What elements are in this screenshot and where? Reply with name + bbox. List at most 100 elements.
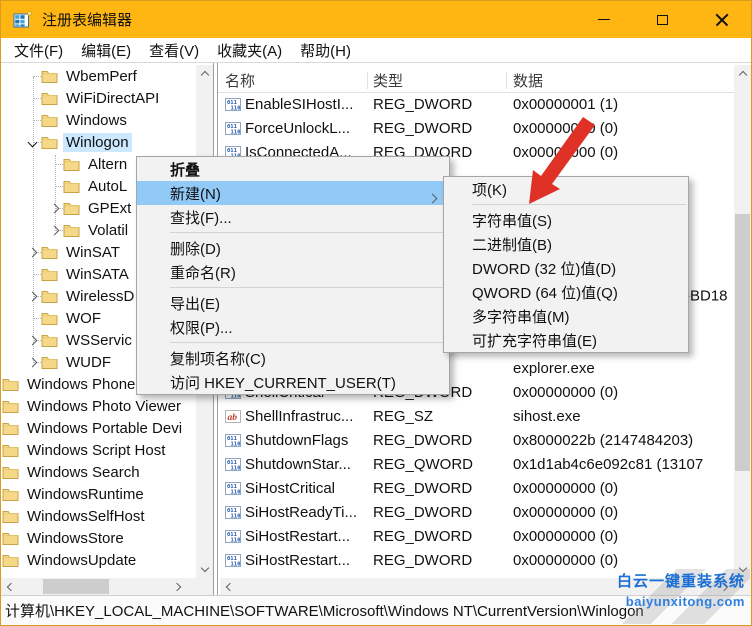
value-type: REG_DWORD [373,527,473,545]
context-menu-item-7[interactable]: 导出(E) [137,291,449,315]
value-type: REG_DWORD [373,479,473,497]
context-menu-item-1[interactable]: 新建(N) [137,181,449,205]
scroll-up-icon[interactable] [734,65,751,82]
column-divider[interactable] [506,72,507,89]
value-row[interactable]: 011 110 ShutdownStar... REG_QWORD 0x1d1ab4c6… [218,452,734,476]
value-type: REG_DWORD [373,95,473,113]
value-name: ShutdownFlags [245,431,349,449]
menubar-item-1[interactable]: 编辑(E) [72,39,140,62]
list-vertical-scrollbar[interactable] [734,65,751,578]
context-menu-item-2[interactable]: 查找(F)... [137,205,449,229]
tree-item-label: Altern [88,155,128,173]
svg-text:110: 110 [231,105,241,111]
submenu-item-3[interactable]: 二进制值(B) [444,232,688,256]
value-type: REG_QWORD [373,455,474,473]
context-menu-item-label: 删除(D) [170,240,221,258]
submenu-item-6[interactable]: 多字符串值(M) [444,304,688,328]
tree-item[interactable]: WiFiDirectAPI [1,87,195,109]
value-name: ShutdownStar... [245,455,351,473]
tree-item-label: Volatil [88,221,129,239]
folder-icon [2,377,19,391]
close-icon [715,13,729,27]
menubar-item-0[interactable]: 文件(F) [5,39,72,62]
minimize-button[interactable] [574,1,633,38]
menubar-item-2[interactable]: 查看(V) [140,39,208,62]
tree-expander[interactable] [45,199,63,217]
tree-item[interactable]: WindowsUpdate [1,549,195,571]
context-menu-item-8[interactable]: 权限(P)... [137,315,449,339]
value-row[interactable]: 011 110 ForceUnlockL... REG_DWORD 0x00000000… [218,116,734,140]
scroll-right-icon[interactable] [170,578,187,595]
tree-hscroll-thumb[interactable] [43,579,109,594]
tree-expander[interactable] [23,243,41,261]
menubar-item-4[interactable]: 帮助(H) [291,39,360,62]
tree-item[interactable]: Winlogon [1,131,195,153]
tree-item[interactable]: Windows Search [1,461,195,483]
tree-item-label: WindowsUpdate [27,551,137,569]
tree-horizontal-scrollbar[interactable] [1,578,187,595]
tree-item[interactable]: Windows [1,109,195,131]
value-row[interactable]: 011 110 EnableSIHostI... REG_DWORD 0x0000000… [218,92,734,116]
svg-text:110: 110 [231,513,241,519]
value-row[interactable]: ab ShellInfrastruc... REG_SZ sihost.exe [218,404,734,428]
context-menu-item-11[interactable]: 访问 HKEY_CURRENT_USER(T) [137,370,449,394]
chevron-right-icon [49,203,59,213]
submenu-item-label: 二进制值(B) [472,236,552,254]
submenu-item-label: QWORD (64 位)值(Q) [472,284,618,302]
column-header-data[interactable]: 数据 [513,70,543,91]
tree-expander[interactable] [23,353,41,371]
folder-icon [41,245,58,259]
chevron-right-icon [27,357,37,367]
context-menu-item-10[interactable]: 复制项名称(C) [137,346,449,370]
submenu-item-5[interactable]: QWORD (64 位)值(Q) [444,280,688,304]
submenu-item-label: 多字符串值(M) [472,308,570,326]
tree-expander [23,89,41,107]
tree-expander[interactable] [45,221,63,239]
context-menu-item-4[interactable]: 删除(D) [137,236,449,260]
scroll-left-icon[interactable] [1,578,18,595]
value-data: 0x00000000 (0) [513,503,619,521]
column-header-name[interactable]: 名称 [225,70,255,91]
tree-item[interactable]: WbemPerf [1,65,195,87]
column-header-type[interactable]: 类型 [373,70,403,91]
column-divider[interactable] [367,72,368,89]
close-button[interactable] [692,1,751,38]
context-menu-separator [137,339,449,346]
watermark-url: baiyunxitong.com [625,594,745,609]
context-menu-item-0[interactable]: 折叠 [137,157,449,181]
tree-expander[interactable] [23,331,41,349]
context-menu-item-5[interactable]: 重命名(R) [137,260,449,284]
binary-value-icon: 011110 [218,481,245,495]
scroll-down-icon[interactable] [196,561,213,578]
value-row[interactable]: 011 110 ShutdownFlags REG_DWORD 0x8000022b (… [218,428,734,452]
tree-expander [23,111,41,129]
scroll-left-icon[interactable] [220,578,237,595]
svg-text:110: 110 [231,489,241,495]
tree-item[interactable]: WindowsRuntime [1,483,195,505]
tree-item-label: Windows Phone [27,375,136,393]
submenu-item-4[interactable]: DWORD (32 位)值(D) [444,256,688,280]
folder-icon [2,487,19,501]
tree-expander[interactable] [23,133,41,151]
tree-item[interactable]: Windows Photo Viewer [1,395,195,417]
minimize-icon [597,19,610,20]
value-row[interactable]: 011 110 SiHostCritical REG_DWORD 0x00000000 … [218,476,734,500]
value-row[interactable]: 011 110 SiHostRestart... REG_DWORD 0x0000000… [218,524,734,548]
value-row[interactable]: 011 110 SiHostReadyTi... REG_DWORD 0x0000000… [218,500,734,524]
tree-item[interactable]: WindowsStore [1,527,195,549]
titlebar: 注册表编辑器 [1,1,751,38]
list-vscroll-thumb[interactable] [735,214,750,471]
tree-expander[interactable] [23,287,41,305]
tree-item-label: WiFiDirectAPI [66,89,160,107]
submenu-item-7[interactable]: 可扩充字符串值(E) [444,328,688,352]
tree-item-label: Windows Photo Viewer [27,397,181,415]
tree-item[interactable]: Windows Portable Devi [1,417,195,439]
tree-item[interactable]: Windows Script Host [1,439,195,461]
tree-item-label: Windows [66,111,127,129]
tree-item[interactable]: WindowsSelfHost [1,505,195,527]
menubar-item-3[interactable]: 收藏夹(A) [208,39,291,62]
maximize-button[interactable] [633,1,692,38]
tree-item-label: Windows Search [27,463,140,481]
scroll-up-icon[interactable] [196,65,213,82]
value-type: REG_DWORD [373,431,473,449]
